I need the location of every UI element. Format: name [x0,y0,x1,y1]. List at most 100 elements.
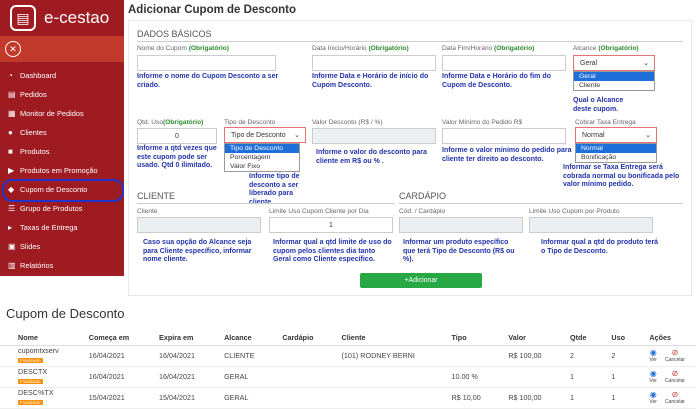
cell-valor: R$ 100,00 [490,345,552,367]
dtfim-label: Data Fim/Horário (Obrigatório) [442,45,535,52]
monitor-icon: ▦ [8,109,16,118]
section-client: CLIENTE [137,191,395,204]
option-cliente[interactable]: Cliente [574,81,654,90]
users-icon: ● [8,128,13,137]
cell-alcance: GERAL [206,366,265,388]
sidebar-item-dashboard[interactable]: ◔ Dashboard [0,66,124,85]
cell-cardapio [264,345,324,367]
nome-input[interactable] [137,55,276,71]
sidebar-item-clientes[interactable]: ● Clientes [0,123,124,142]
coupon-table: Nome Começa em Expira em Alcance Cardápi… [0,330,696,409]
cell-cardapio [264,387,324,409]
sidebar-item-promocao[interactable]: ▶ Produtos em Promoção [0,161,124,180]
cell-qtde: 2 [551,345,594,367]
cell-tipo: R$ 10,00 [433,387,491,409]
cell-acoes: ◉ Ver ⊘ Cancelar [631,345,696,367]
option-porcentagem[interactable]: Porcentagem [225,153,299,162]
cancel-button[interactable]: ⊘ Cancelar [665,370,685,385]
valor-note: Informe o valor do desconto para cliente… [316,149,427,165]
limite-prod-input[interactable] [529,217,653,233]
limite-cli-input[interactable]: 1 [269,217,393,233]
view-button[interactable]: ◉ Ver [649,349,657,364]
sidebar-item-taxas[interactable]: ▸ Taxas de Entrega [0,218,124,237]
view-button[interactable]: ◉ Ver [649,391,657,406]
cell-inicio: 15/04/2021 [70,387,142,409]
cell-uso: 1 [593,387,632,409]
col-cliente: Cliente [323,330,434,346]
box-icon: ■ [8,147,13,156]
tipo-select[interactable]: Tipo de Desconto ⌄ [224,127,306,143]
valor-label: Valor Desconto (R$ / %) [312,119,383,126]
col-acoes: Ações [631,330,696,346]
sidebar-item-produtos[interactable]: ■ Produtos [0,142,124,161]
table-row: DESC%TX Finalizado 15/04/2021 15/04/2021 … [0,387,696,409]
dtini-note: Informe Data e Horário de início do Cupo… [312,73,429,89]
qtd-note: Informe a qtd vezes que este cupom pode … [137,145,217,170]
option-valor-fixo[interactable]: Valor Fixo [225,162,299,171]
sidebar-item-label: Taxas de Entrega [20,223,78,232]
cliente-note: Caso sua opção do Alcance seja para Clie… [143,239,252,264]
sidebar-item-slides[interactable]: ▣ Slides [0,237,124,256]
chart-icon: ▥ [8,261,16,270]
close-icon[interactable]: ✕ [5,41,21,57]
dashboard-icon: ◔ [8,71,13,80]
sidebar-item-cupom[interactable]: ◆ Cupom de Desconto [0,179,124,202]
sidebar-item-relatorios[interactable]: ▥ Relatórios [0,256,124,275]
chevron-down-icon: ⌄ [294,132,300,139]
sidebar-item-label: Grupo de Produtos [20,204,83,213]
dtini-input[interactable] [312,55,436,71]
cell-cardapio [264,366,324,388]
option-bonificacao[interactable]: Bonificação [576,153,656,162]
col-tipo: Tipo [433,330,491,346]
cell-nome: cupomtxserv Finalizado [0,345,71,367]
sidebar-toggle[interactable]: ✕ [0,36,124,62]
form-card: DADOS BÁSICOS Nome do Cupom (Obrigatório… [128,20,692,296]
tag-icon: ▶ [8,166,15,175]
add-button[interactable]: +Adicionar [360,273,482,288]
cell-cliente: (101) RODNEY BERNI [323,345,434,367]
option-normal[interactable]: Normal [576,144,656,153]
cart-logo-icon: ▤ [10,5,36,31]
sidebar-item-label: Pedidos [20,90,47,99]
limite-prod-note: Informar qual a qtd do produto terá o Ti… [541,239,659,255]
minimo-input[interactable] [442,128,566,144]
valor-input[interactable] [312,128,436,144]
sidebar-item-pedidos[interactable]: ▤ Pedidos [0,85,124,104]
sidebar-item-monitor[interactable]: ▦ Monitor de Pedidos [0,104,124,123]
sidebar-item-label: Monitor de Pedidos [20,109,84,118]
dtfim-input[interactable] [442,55,566,71]
cancel-button[interactable]: ⊘ Cancelar [665,391,685,406]
cell-nome: DESCTX Finalizado [0,366,71,388]
option-tipo[interactable]: Tipo de Desconto [225,144,299,153]
qtd-label: Qtd. Uso(Obrigatório) [137,119,204,126]
cardapio-input[interactable] [399,217,523,233]
nome-label: Nome do Cupom (Obrigatório) [137,45,229,52]
cell-acoes: ◉ Ver ⊘ Cancelar [631,366,696,388]
col-valor: Valor [490,330,552,346]
cell-alcance: GERAL [206,387,265,409]
add-coupon-panel: Adicionar Cupom de Desconto DADOS BÁSICO… [124,0,696,300]
alcance-note: Qual o Alcance deste cupom. [573,97,624,113]
taxa-select[interactable]: Normal ⌄ [575,127,657,143]
cancel-button[interactable]: ⊘ Cancelar [665,349,685,364]
image-icon: ▣ [8,242,16,251]
view-button[interactable]: ◉ Ver [649,370,657,385]
table-row: cupomtxserv Finalizado 16/04/2021 16/04/2… [0,345,696,367]
cell-alcance: CLIENTE [206,345,265,367]
cell-cliente [323,387,434,409]
dtfim-note: Informe Data e Horário do fim do Cupom d… [442,73,551,89]
cell-acoes: ◉ Ver ⊘ Cancelar [631,387,696,409]
cart-icon: ▤ [8,90,16,99]
brand[interactable]: ▤ e-cestao [0,0,124,36]
alcance-select[interactable]: Geral ⌄ [573,55,655,71]
col-cardapio: Cardápio [264,330,324,346]
option-geral[interactable]: Geral [574,72,654,81]
col-alcance: Alcance [206,330,265,346]
qtd-input[interactable]: 0 [137,128,217,144]
status-badge: Finalizado [18,358,43,363]
cliente-label: Cliente [137,208,158,215]
cliente-input[interactable] [137,217,261,233]
truck-icon: ▸ [8,223,13,232]
status-badge: Finalizado [18,379,43,384]
cell-valor [490,366,552,388]
